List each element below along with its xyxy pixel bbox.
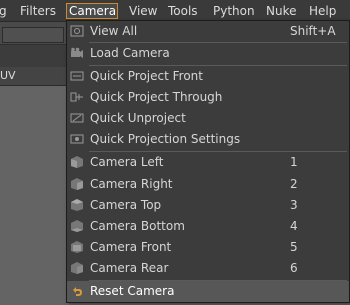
project-front-icon [69, 69, 85, 83]
project-through-icon [69, 90, 85, 104]
menu-item-shortcut: 2 [290, 177, 298, 191]
menu-item-label: Quick Projection Settings [90, 132, 241, 146]
menu-view[interactable]: View [127, 3, 159, 19]
menu-filters[interactable]: Filters [18, 3, 58, 19]
menu-item-shortcut: 6 [290, 261, 298, 275]
menu-item-quick-project-front[interactable]: Quick Project Front [67, 66, 349, 87]
menu-python[interactable]: Python [211, 3, 257, 19]
channel-dropdown[interactable] [2, 27, 64, 43]
menu-item-label: Quick Project Front [90, 69, 203, 83]
menu-item-load-camera[interactable]: Load Camera [67, 43, 349, 64]
cube-rear-icon [69, 261, 85, 275]
menu-item-label: Load Camera [90, 46, 170, 60]
menu-item-shortcut: 3 [290, 198, 298, 212]
menu-camera[interactable]: Camera [66, 3, 118, 19]
menu-item-view-all[interactable]: View All Shift+A [67, 21, 349, 42]
menu-item-shortcut: 5 [290, 240, 298, 254]
reset-arrow-icon [69, 284, 85, 298]
camera-menu: View All Shift+A Load Camera Quick Proje… [66, 20, 350, 303]
menu-item-camera-rear[interactable]: Camera Rear 6 [67, 258, 349, 279]
menu-tools[interactable]: Tools [166, 3, 200, 19]
cube-top-icon [69, 198, 85, 212]
menu-item-camera-left[interactable]: Camera Left 1 [67, 152, 349, 173]
menu-edit[interactable]: g [0, 3, 9, 19]
menu-item-label: Quick Unproject [90, 111, 186, 125]
menu-item-shortcut: Shift+A [290, 24, 336, 38]
menu-item-camera-right[interactable]: Camera Right 2 [67, 174, 349, 195]
menu-item-shortcut: 4 [290, 219, 298, 233]
menu-nuke[interactable]: Nuke [264, 3, 299, 19]
menu-item-label: Camera Rear [90, 261, 169, 275]
view-all-icon [69, 24, 85, 38]
menu-item-reset-camera[interactable]: Reset Camera [67, 281, 349, 302]
menu-item-quick-project-through[interactable]: Quick Project Through [67, 87, 349, 108]
menu-item-quick-unproject[interactable]: Quick Unproject [67, 108, 349, 129]
cube-left-icon [69, 155, 85, 169]
menu-item-quick-projection-settings[interactable]: Quick Projection Settings [67, 129, 349, 150]
menu-item-camera-front[interactable]: Camera Front 5 [67, 237, 349, 258]
menu-item-label: Camera Bottom [90, 219, 185, 233]
menu-item-camera-bottom[interactable]: Camera Bottom 4 [67, 216, 349, 237]
menu-item-label: Reset Camera [90, 284, 175, 298]
projection-settings-icon [69, 132, 85, 146]
menu-item-shortcut: 1 [290, 155, 298, 169]
unproject-icon [69, 111, 85, 125]
cube-right-icon [69, 177, 85, 191]
menu-help[interactable]: Help [307, 3, 338, 19]
load-camera-icon [69, 46, 85, 60]
uv-label: UV [0, 69, 16, 82]
menu-item-label: Camera Front [90, 240, 172, 254]
menu-item-label: Camera Right [90, 177, 173, 191]
menu-item-camera-top[interactable]: Camera Top 3 [67, 195, 349, 216]
menu-item-label: View All [90, 24, 138, 38]
menu-item-label: Camera Left [90, 155, 164, 169]
cube-bottom-icon [69, 219, 85, 233]
menu-item-label: Quick Project Through [90, 90, 223, 104]
menu-item-label: Camera Top [90, 198, 162, 212]
panel-row [0, 45, 66, 68]
cube-front-icon [69, 240, 85, 254]
menu-bar: g Filters Camera View Tools Python Nuke … [0, 0, 350, 22]
viewer-panel [0, 86, 66, 305]
